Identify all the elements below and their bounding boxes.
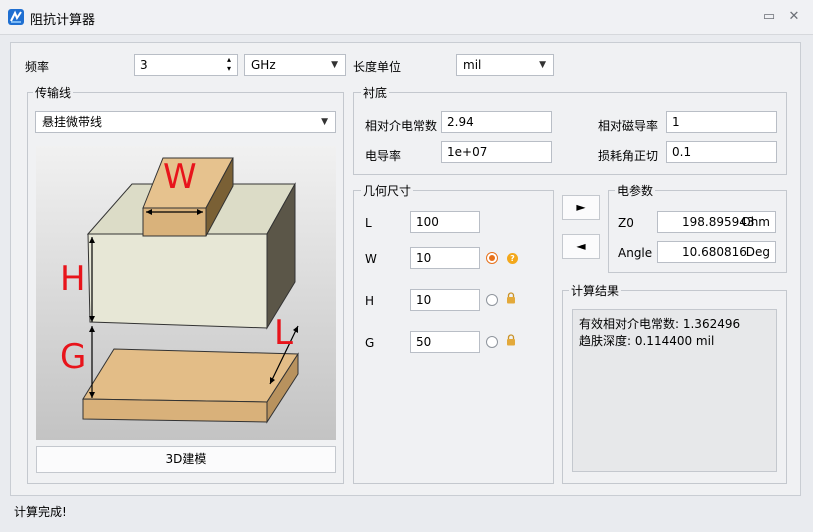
permittivity-input[interactable]: 2.94 bbox=[441, 111, 552, 133]
chevron-down-icon: ▼ bbox=[539, 60, 546, 70]
permeability-label: 相对磁导率 bbox=[598, 119, 659, 133]
window-title: 阻抗计算器 bbox=[30, 13, 96, 28]
question-icon: ? bbox=[507, 253, 518, 264]
frequency-spinbox[interactable]: 3 ▴ ▾ bbox=[134, 54, 238, 76]
results-legend: 计算结果 bbox=[569, 282, 622, 299]
geometry-w-label: W bbox=[365, 252, 377, 266]
loss-tangent-label: 损耗角正切 bbox=[598, 149, 659, 163]
substrate-legend: 衬底 bbox=[361, 84, 390, 101]
z0-label: Z0 bbox=[618, 216, 634, 230]
spin-arrows-icon[interactable]: ▴ ▾ bbox=[227, 55, 231, 73]
3d-model-button[interactable]: 3D建模 bbox=[36, 446, 336, 473]
help-icon[interactable]: ▭ bbox=[760, 8, 778, 26]
geometry-l-input[interactable]: 100 bbox=[410, 211, 480, 233]
chevron-down-icon: ▼ bbox=[321, 117, 328, 127]
permittivity-label: 相对介电常数 bbox=[365, 119, 438, 133]
frequency-unit-value: GHz bbox=[251, 58, 276, 72]
geometry-h-input[interactable]: 10 bbox=[410, 289, 480, 311]
close-icon[interactable]: ✕ bbox=[785, 8, 803, 26]
angle-value: 10.680816 bbox=[682, 245, 747, 259]
line-type-value: 悬挂微带线 bbox=[42, 115, 103, 129]
geometry-legend: 几何尺寸 bbox=[361, 182, 414, 199]
lock-icon bbox=[506, 334, 516, 346]
diagram-label-g: G bbox=[60, 337, 87, 377]
length-unit-label: 长度单位 bbox=[353, 60, 402, 74]
lock-icon bbox=[506, 292, 516, 304]
status-text: 计算完成! bbox=[14, 505, 67, 519]
geometry-g-input[interactable]: 50 bbox=[410, 331, 480, 353]
synthesize-button[interactable]: ► bbox=[562, 195, 600, 220]
angle-label: Angle bbox=[618, 246, 653, 260]
conductivity-label: 电导率 bbox=[365, 149, 402, 163]
chevron-down-icon: ▼ bbox=[331, 60, 338, 70]
line-type-select[interactable]: 悬挂微带线 ▼ bbox=[35, 111, 336, 133]
geometry-g-label: G bbox=[365, 336, 375, 350]
length-unit-value: mil bbox=[463, 58, 482, 72]
angle-unit: Deg bbox=[745, 245, 770, 259]
geometry-h-solve-radio[interactable] bbox=[486, 294, 498, 306]
line-diagram: W H G L bbox=[36, 146, 336, 440]
z0-unit: Ohm bbox=[741, 215, 770, 229]
app-icon bbox=[8, 9, 24, 25]
geometry-l-label: L bbox=[365, 216, 372, 230]
frequency-value: 3 bbox=[140, 58, 148, 72]
conductivity-input[interactable]: 1e+07 bbox=[441, 141, 552, 163]
geometry-w-solve-radio[interactable] bbox=[486, 252, 498, 264]
title-bar: 阻抗计算器 ▭ ✕ bbox=[0, 0, 813, 35]
frequency-unit-select[interactable]: GHz ▼ bbox=[244, 54, 346, 76]
diagram-label-l: L bbox=[274, 313, 293, 353]
effective-permittivity-result: 有效相对介电常数: 1.362496 bbox=[579, 317, 741, 331]
loss-tangent-input[interactable]: 0.1 bbox=[666, 141, 777, 163]
z0-input[interactable]: 198.895943 Ohm bbox=[657, 211, 776, 233]
diagram-label-w: W bbox=[163, 157, 197, 197]
permeability-input[interactable]: 1 bbox=[666, 111, 777, 133]
analyze-button[interactable]: ◄ bbox=[562, 234, 600, 259]
angle-input[interactable]: 10.680816 Deg bbox=[657, 241, 776, 263]
diagram-label-h: H bbox=[60, 259, 86, 299]
frequency-label: 频率 bbox=[25, 60, 50, 74]
geometry-w-input[interactable]: 10 bbox=[410, 247, 480, 269]
geometry-g-solve-radio[interactable] bbox=[486, 336, 498, 348]
electrical-legend: 电参数 bbox=[615, 182, 656, 199]
skin-depth-result: 趋肤深度: 0.114400 mil bbox=[579, 334, 715, 348]
results-output: 有效相对介电常数: 1.362496 趋肤深度: 0.114400 mil bbox=[572, 309, 777, 472]
transmission-line-legend: 传输线 bbox=[33, 84, 74, 101]
length-unit-select[interactable]: mil ▼ bbox=[456, 54, 554, 76]
geometry-h-label: H bbox=[365, 294, 375, 308]
